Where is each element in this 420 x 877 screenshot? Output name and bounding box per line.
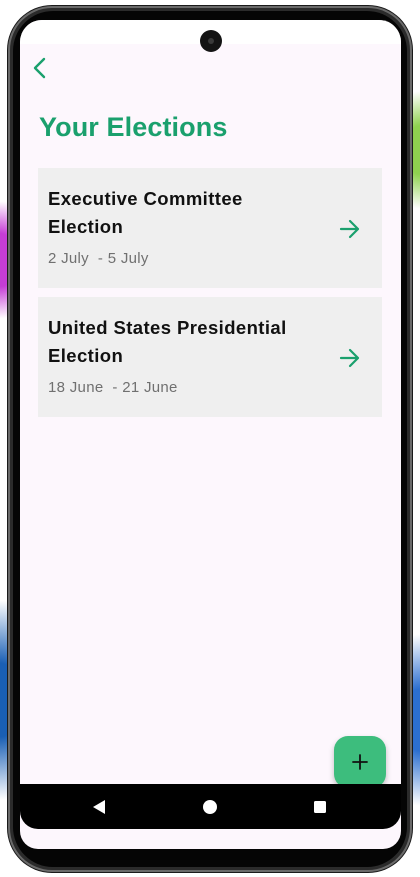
election-dates: 18 June - 21 June	[48, 379, 178, 396]
date-separator: -	[89, 250, 108, 267]
system-home-button[interactable]	[197, 794, 223, 820]
election-end-date: 21 June	[122, 379, 178, 396]
election-title: United States Presidential Election	[48, 317, 287, 366]
system-navigation-bar	[20, 784, 401, 829]
date-separator: -	[103, 379, 123, 396]
page-title: Your Elections	[39, 112, 228, 142]
arrow-right-icon[interactable]	[338, 346, 362, 370]
arrow-right-icon[interactable]	[338, 217, 362, 241]
square-recents-icon	[314, 801, 326, 813]
plus-icon	[352, 754, 368, 770]
triangle-back-icon	[93, 800, 105, 814]
election-start-date: 18 June	[48, 379, 104, 396]
chevron-left-icon	[33, 57, 46, 79]
system-recents-button[interactable]	[307, 794, 333, 820]
front-camera	[200, 30, 222, 52]
back-button[interactable]	[26, 54, 54, 82]
system-back-button[interactable]	[86, 794, 112, 820]
election-dates: 2 July - 5 July	[48, 250, 149, 267]
election-start-date: 2 July	[48, 250, 89, 267]
election-end-date: 5 July	[107, 250, 149, 267]
election-title: Executive Committee Election	[48, 188, 243, 237]
add-election-button[interactable]	[334, 736, 386, 788]
circle-home-icon	[203, 800, 217, 814]
election-card-us-presidential[interactable]: United States Presidential Election 18 J…	[38, 297, 382, 417]
elections-list: Executive Committee Election 2 July - 5 …	[38, 168, 382, 426]
election-card-executive-committee[interactable]: Executive Committee Election 2 July - 5 …	[38, 168, 382, 288]
app-screen: Your Elections Executive Committee Elect…	[20, 20, 401, 849]
